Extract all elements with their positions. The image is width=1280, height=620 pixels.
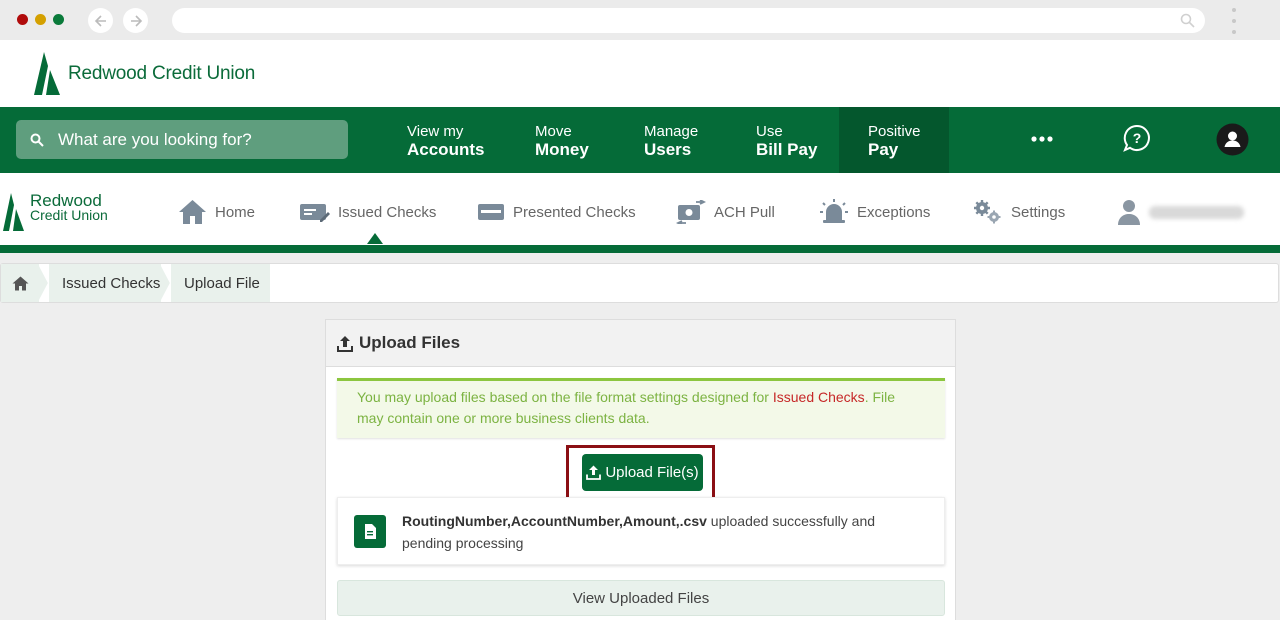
main-nav: What are you looking for? View my Accoun…: [0, 107, 1280, 173]
subnav-exceptions[interactable]: Exceptions: [819, 196, 930, 228]
upload-files-button[interactable]: Upload File(s): [582, 454, 703, 491]
subnav-label: Home: [215, 203, 256, 221]
more-dots-icon[interactable]: [1031, 136, 1053, 142]
user-icon[interactable]: [1216, 123, 1249, 156]
file-icon: [354, 515, 386, 548]
subnav-label: Settings: [1011, 203, 1066, 221]
nav-label-bottom: Pay: [868, 140, 899, 159]
alert-text: You may upload files based on the file f…: [357, 389, 773, 405]
active-subnav-caret: [367, 233, 383, 244]
breadcrumb-upload-file: Upload File: [171, 264, 270, 302]
nav-label-top: View my: [407, 123, 464, 140]
breadcrumb-label: Upload File: [184, 274, 260, 292]
minimize-window-dot[interactable]: [35, 14, 46, 25]
subnav-home[interactable]: Home: [178, 196, 255, 228]
gears-icon: [974, 200, 1001, 224]
subnav-underline: [0, 245, 1280, 253]
close-window-dot[interactable]: [17, 14, 28, 25]
subnav-user-profile[interactable]: [1117, 196, 1244, 228]
user-icon: [1118, 200, 1140, 225]
subnav-ach-pull[interactable]: ACH Pull: [676, 196, 775, 228]
user-name-blurred: [1149, 205, 1244, 219]
breadcrumb-separator: [39, 264, 49, 302]
brand-name-small: Redwood Credit Union: [30, 191, 108, 223]
subnav-settings[interactable]: Settings: [972, 196, 1065, 228]
brand-name: Redwood Credit Union: [68, 63, 256, 84]
alarm-icon: [820, 199, 848, 223]
brand-line-2: Credit Union: [30, 207, 108, 223]
home-icon: [12, 276, 28, 290]
nav-label-bottom: Money: [535, 140, 589, 159]
nav-move-money[interactable]: Move Money: [535, 123, 589, 159]
breadcrumb-label: Issued Checks: [62, 274, 161, 292]
nav-manage-users[interactable]: Manage Users: [644, 123, 698, 159]
panel-header: Upload Files: [326, 320, 955, 367]
site-search-input[interactable]: What are you looking for?: [16, 120, 348, 159]
arrow-left-icon: [94, 14, 106, 27]
upload-button-label: Upload File(s): [605, 464, 699, 481]
tree-logo-icon: [34, 52, 60, 95]
browser-menu-icon[interactable]: [1230, 8, 1238, 34]
nav-label-top: Use: [756, 123, 783, 140]
subnav-issued-checks[interactable]: Issued Checks: [299, 196, 436, 228]
alert-highlight: Issued Checks: [772, 389, 865, 405]
uploaded-file-name: RoutingNumber,AccountNumber,Amount,.csv: [402, 513, 707, 529]
upload-result-text: RoutingNumber,AccountNumber,Amount,.csv …: [402, 510, 922, 554]
nav-view-accounts[interactable]: View my Accounts: [407, 123, 484, 159]
breadcrumb: Issued Checks Upload File: [0, 263, 1279, 303]
nav-positive-pay[interactable]: Positive Pay: [868, 123, 921, 159]
upload-icon: [337, 335, 353, 352]
panel-title: Upload Files: [359, 333, 461, 352]
breadcrumb-separator: [161, 264, 171, 302]
brand-logo[interactable]: Redwood Credit Union: [34, 52, 255, 96]
home-icon: [179, 200, 206, 224]
subnav-presented-checks[interactable]: Presented Checks: [477, 196, 636, 228]
search-icon: [30, 133, 44, 147]
maximize-window-dot[interactable]: [53, 14, 64, 25]
upload-icon: [586, 465, 602, 480]
view-uploaded-files-button[interactable]: View Uploaded Files: [337, 580, 945, 616]
brand-logo-small[interactable]: Redwood Credit Union: [3, 191, 108, 231]
svg-text:?: ?: [1133, 130, 1142, 146]
info-alert: You may upload files based on the file f…: [337, 378, 945, 438]
upload-files-panel: Upload Files You may upload files based …: [325, 319, 956, 620]
forward-button[interactable]: [123, 8, 148, 33]
card-icon: [478, 204, 504, 220]
search-icon: [1180, 13, 1195, 28]
document-icon: [365, 524, 376, 539]
nav-label-bottom: Users: [644, 140, 692, 159]
nav-label-top: Positive: [868, 123, 921, 140]
back-button[interactable]: [88, 8, 113, 33]
upload-result-card: RoutingNumber,AccountNumber,Amount,.csv …: [337, 497, 945, 565]
address-bar[interactable]: [172, 8, 1205, 33]
nav-label-bottom: Bill Pay: [756, 140, 818, 159]
subnav-label: Exceptions: [857, 203, 931, 221]
nav-bill-pay[interactable]: Use Bill Pay: [756, 123, 817, 159]
help-chat-icon[interactable]: ?: [1123, 124, 1151, 152]
subnav-label: ACH Pull: [714, 203, 775, 221]
breadcrumb-issued-checks[interactable]: Issued Checks: [49, 264, 161, 302]
tree-logo-icon: [3, 193, 24, 231]
view-button-label: View Uploaded Files: [572, 589, 710, 607]
breadcrumb-home[interactable]: [1, 264, 39, 302]
search-placeholder: What are you looking for?: [58, 129, 252, 149]
transfer-icon: [676, 200, 706, 224]
check-pen-icon: [300, 204, 330, 222]
brand-line-1: Redwood: [30, 191, 102, 210]
nav-label-bottom: Accounts: [407, 140, 485, 159]
nav-label-top: Move: [535, 123, 572, 140]
subnav-label: Presented Checks: [513, 203, 636, 221]
browser-chrome: [0, 0, 1280, 40]
subnav-label: Issued Checks: [338, 203, 437, 221]
arrow-right-icon: [130, 14, 142, 27]
nav-label-top: Manage: [644, 123, 699, 140]
